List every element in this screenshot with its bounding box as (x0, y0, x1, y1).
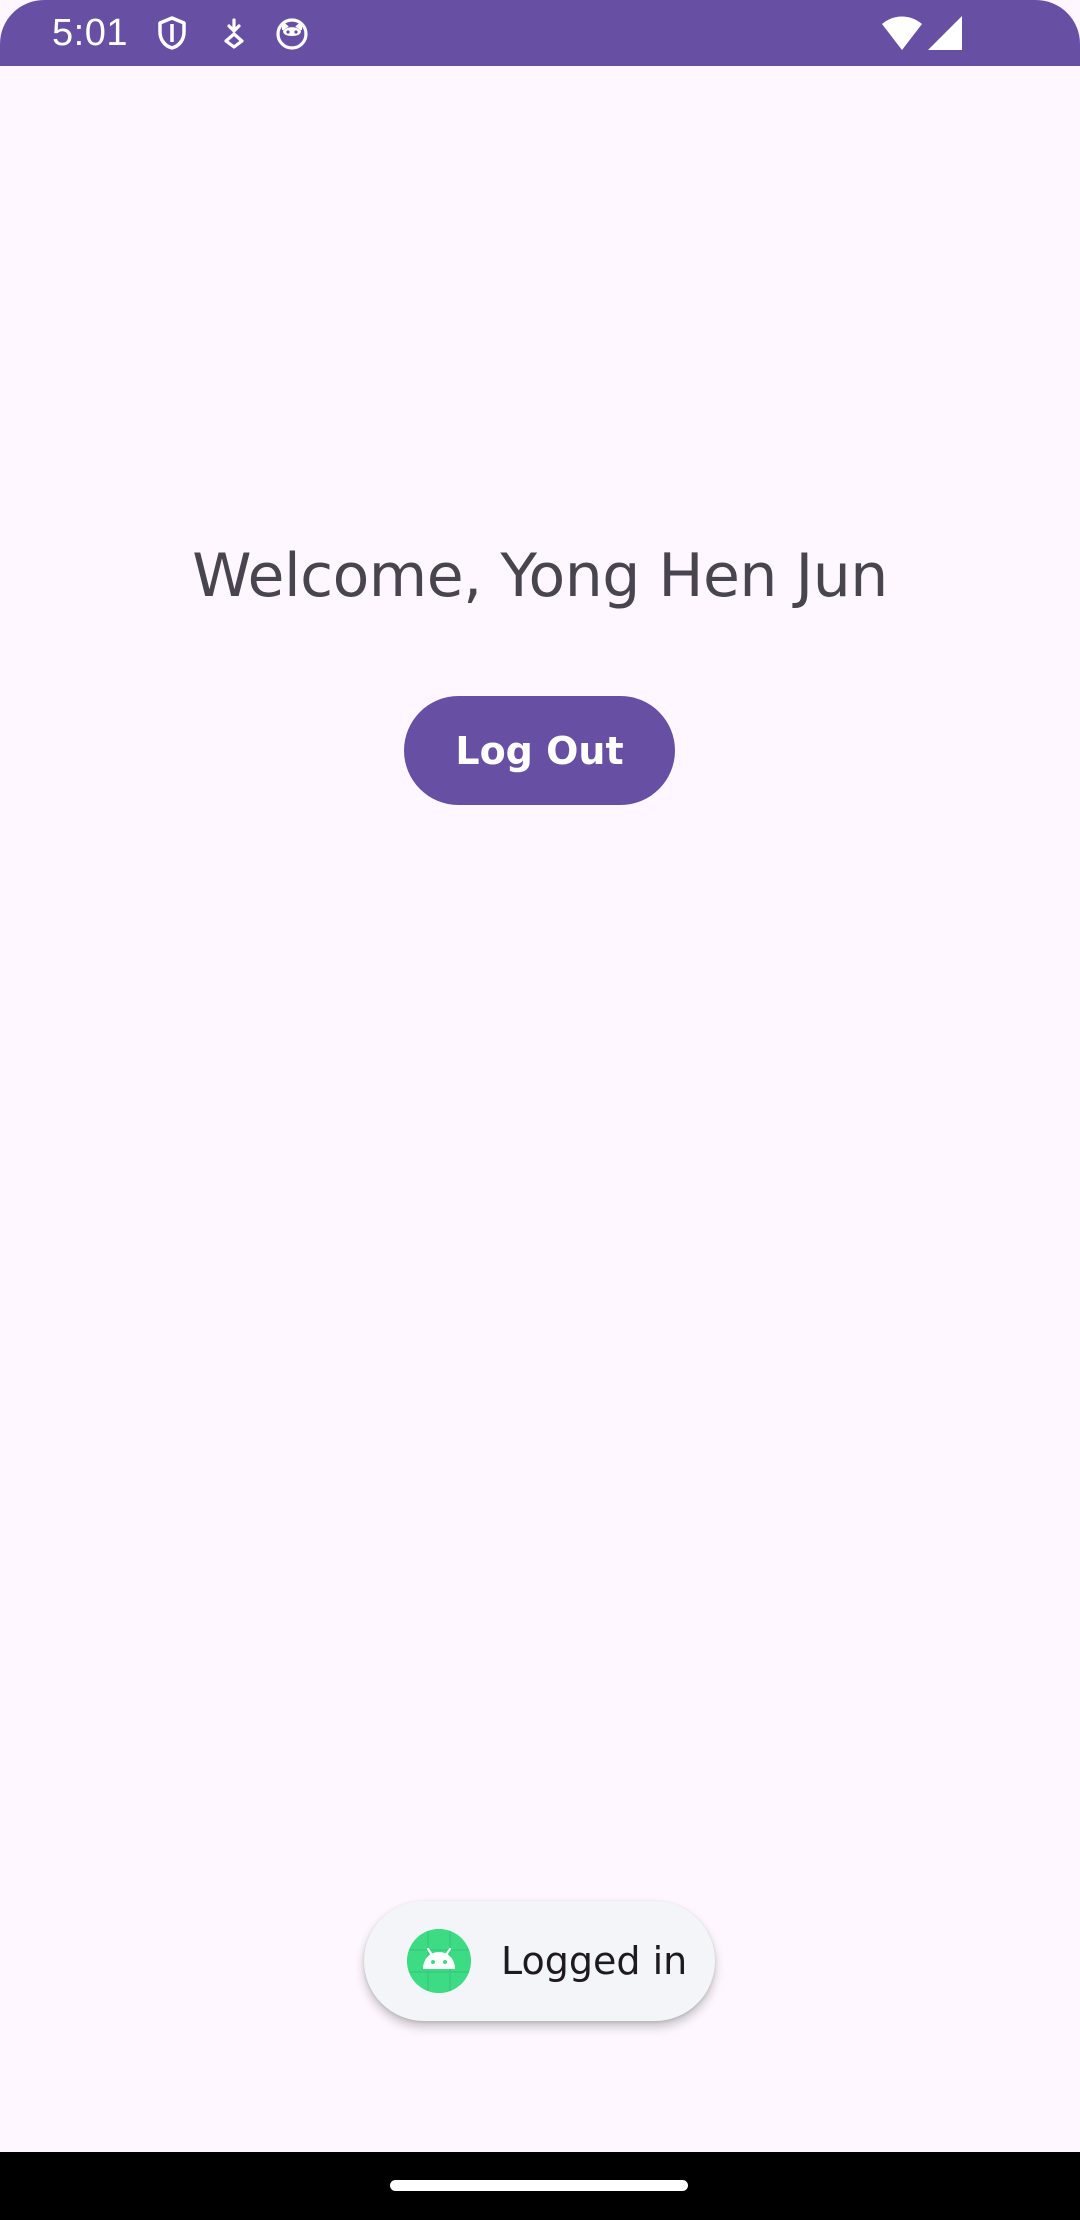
download-icon (216, 15, 252, 51)
shield-icon (154, 15, 190, 51)
wifi-icon (880, 14, 924, 52)
navigation-bar (0, 2152, 1080, 2220)
toast-message: Logged in (501, 1939, 688, 1983)
status-time: 5:01 (52, 12, 128, 54)
welcome-message: Welcome, Yong Hen Jun (192, 541, 888, 611)
cat-icon (274, 15, 310, 51)
cellular-signal-icon (926, 14, 964, 52)
android-icon (407, 1929, 471, 1993)
toast: Logged in (364, 1901, 715, 2021)
logout-button[interactable]: Log Out (404, 696, 675, 805)
home-gesture-handle[interactable] (390, 2180, 688, 2191)
status-bar: 5:01 (0, 0, 1080, 66)
